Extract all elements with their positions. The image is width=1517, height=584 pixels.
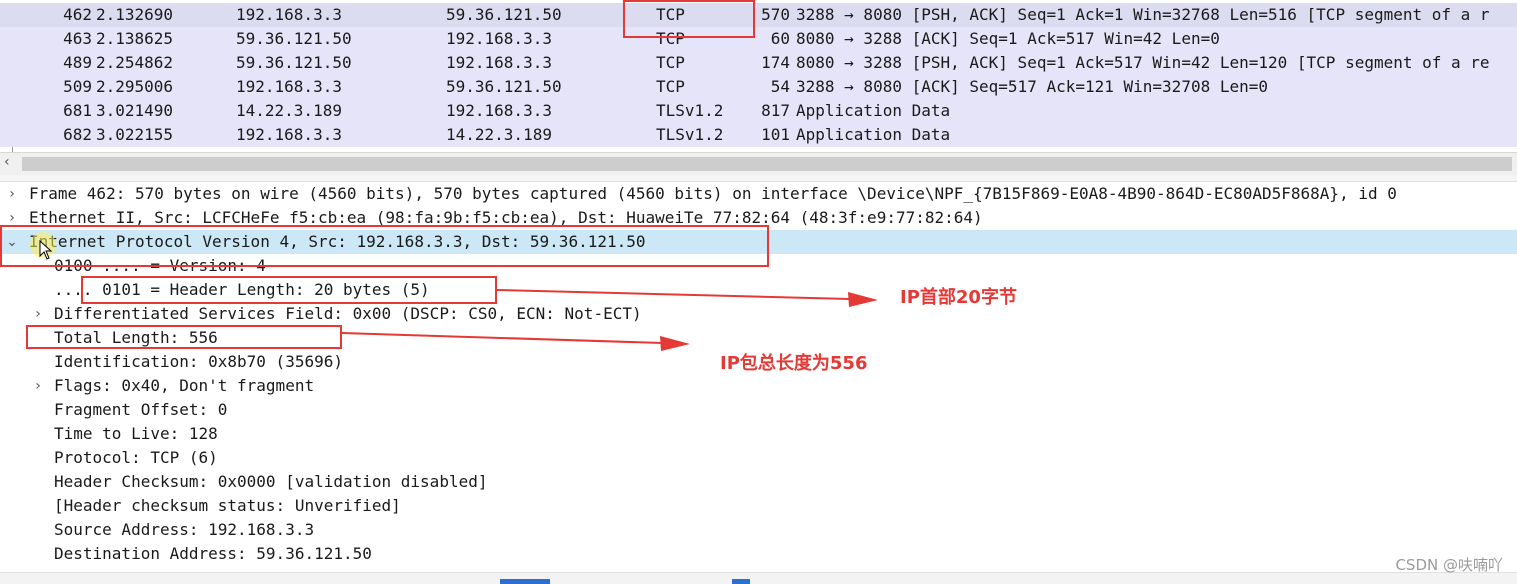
- chevron-right-icon[interactable]: ›: [31, 374, 45, 398]
- tree-item-label: Differentiated Services Field: 0x00 (DSC…: [54, 304, 642, 323]
- chevron-left-icon[interactable]: ‹: [4, 154, 10, 170]
- packet-no: 463: [63, 29, 92, 48]
- packet-destination: 59.36.121.50: [446, 77, 562, 96]
- tree-item-label: Header Checksum: 0x0000 [validation disa…: [54, 472, 488, 491]
- packet-list: 462 2.132690 192.168.3.3 59.36.121.50 TC…: [0, 0, 1517, 152]
- tree-item-label: Time to Live: 128: [54, 424, 218, 443]
- packet-time: 3.022155: [96, 125, 174, 144]
- tree-item-label: Identification: 0x8b70 (35696): [54, 352, 343, 371]
- tree-item-label: Protocol: TCP (6): [54, 448, 218, 467]
- packet-info: 3288 → 8080 [PSH, ACK] Seq=1 Ack=1 Win=3…: [796, 5, 1490, 24]
- tree-item-label: Destination Address: 59.36.121.50: [54, 544, 372, 563]
- highlight-box-total-length: [26, 325, 342, 349]
- chevron-right-icon[interactable]: ›: [31, 302, 45, 326]
- scroll-marker: [732, 579, 750, 584]
- highlight-box-header-length: [81, 276, 497, 304]
- packet-time: 2.132690: [96, 5, 174, 24]
- tree-item-label: [Header checksum status: Unverified]: [54, 496, 401, 515]
- scrollbar-thumb[interactable]: [22, 157, 1512, 171]
- packet-destination: 192.168.3.3: [446, 101, 552, 120]
- packet-row[interactable]: 489 2.254862 59.36.121.50 192.168.3.3 TC…: [0, 51, 1517, 75]
- annotation-total-length: IP包总长度为556: [720, 353, 868, 374]
- packet-row[interactable]: 509 2.295006 192.168.3.3 59.36.121.50 TC…: [0, 75, 1517, 99]
- packet-time: 2.254862: [96, 53, 174, 72]
- packet-destination: 192.168.3.3: [446, 29, 552, 48]
- packet-time: 2.295006: [96, 77, 174, 96]
- packet-info: Application Data: [796, 125, 951, 144]
- packet-source: 59.36.121.50: [236, 53, 352, 72]
- packet-info: 3288 → 8080 [ACK] Seq=517 Ack=121 Win=32…: [796, 77, 1269, 96]
- packet-info: Application Data: [796, 101, 951, 120]
- packet-destination: 192.168.3.3: [446, 53, 552, 72]
- tree-item-checksum-status[interactable]: [Header checksum status: Unverified]: [0, 494, 1517, 518]
- tree-item-fragment-offset[interactable]: Fragment Offset: 0: [0, 398, 1517, 422]
- mouse-cursor-icon: [30, 232, 56, 260]
- tree-item-flags[interactable]: › Flags: 0x40, Don't fragment: [0, 374, 1517, 398]
- packet-length: 54: [770, 77, 790, 96]
- horizontal-scrollbar[interactable]: ‹: [0, 152, 1517, 175]
- packet-row[interactable]: 463 2.138625 59.36.121.50 192.168.3.3 TC…: [0, 27, 1517, 51]
- packet-length: 60: [770, 29, 790, 48]
- packet-time: 2.138625: [96, 29, 174, 48]
- tree-item-destination-address[interactable]: Destination Address: 59.36.121.50: [0, 542, 1517, 566]
- packet-length: 174: [761, 53, 790, 72]
- packet-protocol: TLSv1.2: [656, 101, 724, 120]
- tree-item-label: Fragment Offset: 0: [54, 400, 228, 419]
- highlight-box-ipv4-row: [0, 225, 769, 267]
- packet-protocol: TLSv1.2: [656, 125, 724, 144]
- packet-destination: 14.22.3.189: [446, 125, 552, 144]
- tree-item-label: Flags: 0x40, Don't fragment: [54, 376, 315, 395]
- packet-no: 509: [63, 77, 92, 96]
- packet-row[interactable]: 682 3.022155 192.168.3.3 14.22.3.189 TLS…: [0, 123, 1517, 147]
- packet-source: 14.22.3.189: [236, 101, 342, 120]
- tree-item-label: Frame 462: 570 bytes on wire (4560 bits)…: [29, 184, 1397, 203]
- bottom-scrollbar[interactable]: [0, 572, 1517, 584]
- tree-item-label: Source Address: 192.168.3.3: [54, 520, 315, 539]
- tree-item-protocol[interactable]: Protocol: TCP (6): [0, 446, 1517, 470]
- packet-source: 192.168.3.3: [236, 5, 342, 24]
- packet-source: 59.36.121.50: [236, 29, 352, 48]
- packet-no: 462: [63, 5, 92, 24]
- cursor-arrow-icon: [39, 240, 53, 260]
- packet-info: 8080 → 3288 [PSH, ACK] Seq=1 Ack=517 Win…: [796, 53, 1490, 72]
- packet-no: 682: [63, 125, 92, 144]
- tree-item-dsfield[interactable]: › Differentiated Services Field: 0x00 (D…: [0, 302, 1517, 326]
- pane-splitter[interactable]: [0, 175, 1517, 182]
- packet-no: 489: [63, 53, 92, 72]
- annotation-header-length: IP首部20字节: [900, 287, 1017, 308]
- tree-item-ttl[interactable]: Time to Live: 128: [0, 422, 1517, 446]
- packet-protocol: TCP: [656, 77, 685, 96]
- packet-destination: 59.36.121.50: [446, 5, 562, 24]
- packet-info: 8080 → 3288 [ACK] Seq=1 Ack=517 Win=42 L…: [796, 29, 1220, 48]
- tree-item-checksum[interactable]: Header Checksum: 0x0000 [validation disa…: [0, 470, 1517, 494]
- packet-time: 3.021490: [96, 101, 174, 120]
- tree-item-source-address[interactable]: Source Address: 192.168.3.3: [0, 518, 1517, 542]
- packet-protocol: TCP: [656, 53, 685, 72]
- highlight-box-protocol-column: [623, 0, 755, 38]
- packet-row[interactable]: 681 3.021490 14.22.3.189 192.168.3.3 TLS…: [0, 99, 1517, 123]
- packet-source: 192.168.3.3: [236, 125, 342, 144]
- tree-item-frame[interactable]: › Frame 462: 570 bytes on wire (4560 bit…: [0, 182, 1517, 206]
- chevron-right-icon[interactable]: ›: [5, 182, 19, 206]
- packet-row[interactable]: 462 2.132690 192.168.3.3 59.36.121.50 TC…: [0, 3, 1517, 27]
- packet-length: 570: [761, 5, 790, 24]
- packet-source: 192.168.3.3: [236, 77, 342, 96]
- packet-length: 101: [761, 125, 790, 144]
- scroll-marker: [500, 579, 550, 584]
- packet-no: 681: [63, 101, 92, 120]
- watermark: CSDN @呋喃吖: [1395, 556, 1503, 574]
- packet-length: 817: [761, 101, 790, 120]
